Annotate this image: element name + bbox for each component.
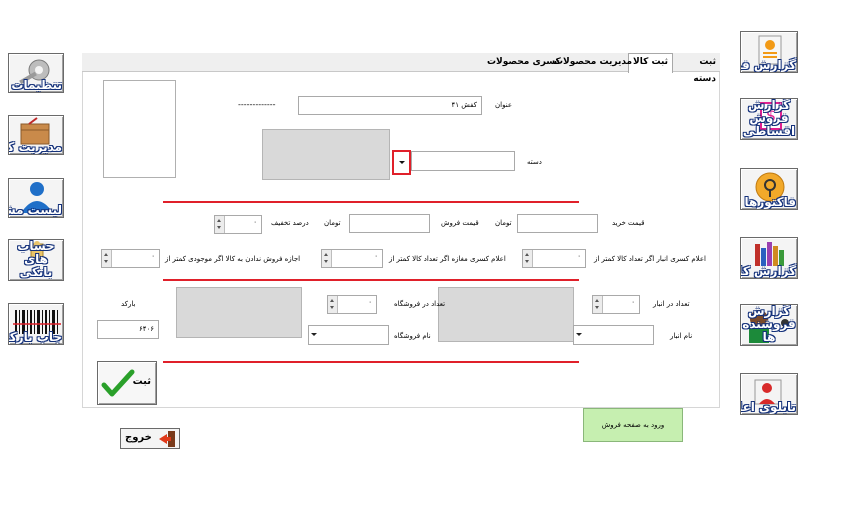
exit-icon bbox=[159, 431, 175, 447]
settings-label: تنظیمات bbox=[11, 78, 62, 92]
customers-label: لیست مشتریان bbox=[9, 203, 62, 217]
warehouse-qty-value: ۰ bbox=[631, 298, 635, 306]
category-combo[interactable] bbox=[411, 151, 515, 171]
store-qty-value: ۰ bbox=[368, 298, 372, 306]
bank-accounts-label: حساب های بانکی bbox=[17, 239, 55, 279]
goods-image-box[interactable] bbox=[103, 80, 176, 178]
goods-report-label: گزارش کالاها bbox=[741, 264, 796, 278]
no-sell-spinner[interactable]: ۰ bbox=[101, 249, 160, 268]
title-label: عنوان bbox=[495, 101, 512, 109]
warehouse-name-combo[interactable] bbox=[573, 325, 654, 345]
submit-button[interactable]: ثبت bbox=[97, 361, 157, 405]
sell-price-label: قیمت فروش bbox=[441, 219, 479, 227]
barcode-print-label: چاپ بارکد bbox=[8, 330, 62, 344]
store-low-spinner[interactable]: ۰ bbox=[321, 249, 383, 268]
invoices-label: فاکتورها bbox=[744, 195, 797, 209]
warehouse-qty-spinner[interactable]: ۰ bbox=[592, 295, 640, 314]
notice-board-label: تابلوی اعلانات bbox=[741, 400, 796, 414]
submit-label: ثبت bbox=[132, 376, 151, 387]
dashes-text: ------------- bbox=[238, 100, 276, 109]
no-sell-label: اجازه فروش ندادن به کالا اگر موجودی کمتر… bbox=[165, 255, 301, 263]
sell-price-input[interactable] bbox=[349, 214, 430, 233]
discount-value: ۰ bbox=[253, 218, 257, 226]
barcode-label: بارکد bbox=[121, 300, 136, 308]
installment-report-button[interactable]: $ گزارش فروش اقساطی bbox=[740, 98, 798, 140]
settings-button[interactable]: تنظیمات bbox=[8, 53, 64, 93]
bank-accounts-button[interactable]: حساب های بانکی bbox=[8, 239, 64, 281]
discount-spinner[interactable]: ۰ bbox=[214, 215, 262, 234]
chevron-down-icon bbox=[399, 161, 405, 164]
warehouse-image-box bbox=[438, 287, 574, 342]
sales-page-button[interactable]: ورود به صفحه فروش bbox=[583, 408, 683, 442]
installment-report-label: گزارش فروش اقساطی bbox=[742, 98, 796, 138]
store-qty-label: تعداد در فروشگاه bbox=[394, 300, 446, 308]
goods-management-label: مدیریت کالا bbox=[9, 140, 62, 154]
checkmark-icon bbox=[101, 369, 135, 397]
buy-price-input[interactable] bbox=[517, 214, 598, 233]
barcode-print-button[interactable]: چاپ بارکد bbox=[8, 303, 64, 345]
chevron-down-icon bbox=[311, 333, 317, 336]
exit-label: خروج bbox=[125, 432, 152, 443]
invoices-button[interactable]: فاکتورها bbox=[740, 168, 798, 210]
buy-price-label: قیمت خرید bbox=[612, 219, 645, 227]
divider-3 bbox=[163, 361, 579, 363]
tab-register-category[interactable]: ثبت دسته bbox=[673, 54, 720, 84]
exit-button[interactable]: خروج bbox=[120, 428, 180, 449]
barcode-input[interactable]: ۶۴۰۶ bbox=[97, 320, 159, 339]
store-name-label: نام فروشگاه bbox=[394, 332, 431, 340]
notice-board-button[interactable]: تابلوی اعلانات bbox=[740, 373, 798, 415]
customers-button[interactable]: لیست مشتریان bbox=[8, 178, 64, 218]
store-name-combo[interactable] bbox=[308, 325, 389, 345]
tab-strip: ثبت دسته ثبت کالا مدیریت محصولات کسری مح… bbox=[82, 53, 720, 84]
store-low-label: اعلام کسری مغازه اگر تعداد کالا کمتر از bbox=[389, 255, 506, 263]
tab-product-shortage[interactable]: کسری محصولات bbox=[483, 54, 565, 71]
warehouse-qty-label: تعداد در انبار bbox=[653, 300, 690, 308]
store-low-value: ۰ bbox=[374, 252, 378, 260]
warehouse-low-label: اعلام کسری انبار اگر تعداد کالا کمتر از bbox=[594, 255, 706, 263]
store-image-box bbox=[176, 287, 302, 338]
currency-label-1: تومان bbox=[495, 219, 512, 227]
currency-label-2: تومان bbox=[324, 219, 341, 227]
warehouse-low-spinner[interactable]: ۰ bbox=[522, 249, 586, 268]
discount-label: درصد تخفیف bbox=[271, 219, 309, 227]
warehouse-low-value: ۰ bbox=[577, 252, 581, 260]
goods-management-button[interactable]: مدیریت کالا bbox=[8, 115, 64, 155]
warehouse-name-label: نام انبار bbox=[670, 332, 693, 340]
category-image-box bbox=[262, 129, 390, 180]
sales-page-label: ورود به صفحه فروش bbox=[601, 421, 665, 429]
divider-1 bbox=[163, 201, 579, 203]
category-dropdown-button[interactable] bbox=[392, 150, 411, 175]
sellers-report-label: گزارش فروشنده ها bbox=[742, 304, 796, 344]
sales-report-button[interactable]: گزارش فروش bbox=[740, 31, 798, 73]
category-label: دسته bbox=[527, 158, 542, 166]
title-input[interactable]: کفش ۴۱ bbox=[298, 96, 482, 115]
sellers-report-button[interactable]: گزارش فروشنده ها bbox=[740, 304, 798, 346]
sales-report-label: گزارش فروش bbox=[741, 58, 796, 72]
chevron-down-icon bbox=[576, 333, 582, 336]
store-qty-spinner[interactable]: ۰ bbox=[327, 295, 377, 314]
no-sell-value: ۰ bbox=[151, 252, 155, 260]
divider-2 bbox=[163, 279, 579, 281]
goods-report-button[interactable]: گزارش کالاها bbox=[740, 237, 798, 279]
